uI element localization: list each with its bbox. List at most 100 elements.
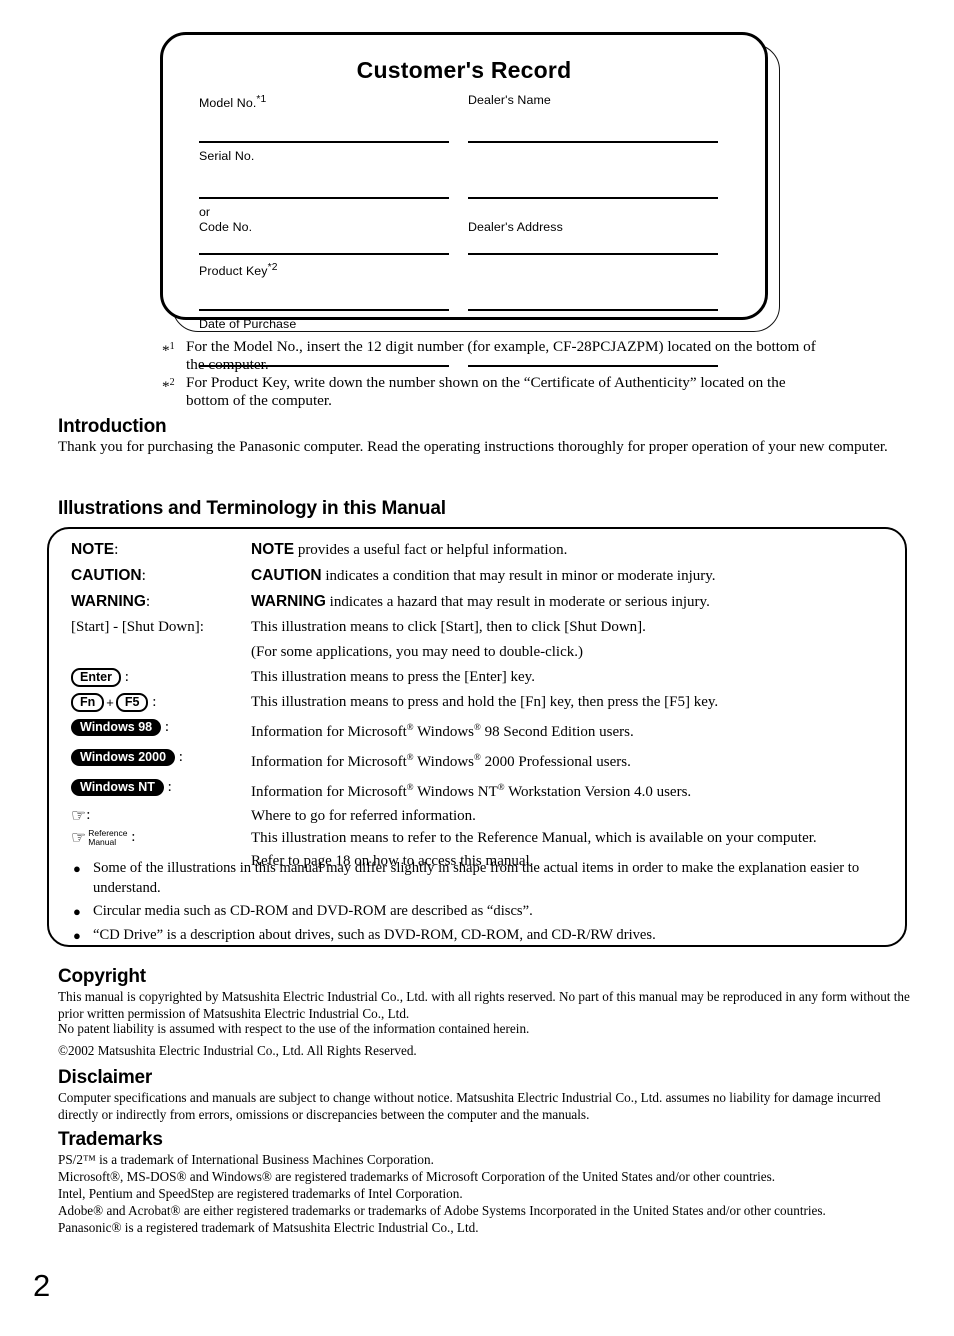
windows-98-badge: Windows 98 xyxy=(71,719,162,737)
plus-icon: + xyxy=(106,695,114,711)
footnote-2: *2 For Product Key, write down the numbe… xyxy=(158,374,818,409)
bullet-cd-drive: ● “CD Drive” is a description about driv… xyxy=(73,926,891,946)
field-label: Dealer's Address xyxy=(468,220,563,234)
introduction-body: Thank you for purchasing the Panasonic c… xyxy=(58,439,888,455)
field-label: Serial No. xyxy=(199,149,255,163)
term-desc-doubleclick-note: (For some applications, you may need to … xyxy=(251,644,583,660)
heading-trademarks: Trademarks xyxy=(58,1129,163,1150)
term-desc-note: NOTE provides a useful fact or helpful i… xyxy=(251,541,568,558)
field-label: Code No. xyxy=(199,220,253,234)
terminology-row-fn-f5: Fn + F5 : This illustration means to press… xyxy=(71,690,891,715)
field-dealers-address[interactable]: Dealer's Address xyxy=(468,205,723,261)
term-desc-windows-98: Information for Microsoft® Windows® 98 S… xyxy=(251,722,634,741)
field-dealers-name-line2[interactable] xyxy=(468,149,723,205)
trademark-line-1: PS/2™ is a trademark of International Bu… xyxy=(58,1152,434,1167)
field-code-no[interactable]: or Code No. xyxy=(199,205,454,261)
copyright-notice: ©2002 Matsushita Electric Industrial Co.… xyxy=(58,1043,417,1058)
term-label-windows-nt: Windows NT : xyxy=(71,775,251,800)
heading-illustrations-terminology: Illustrations and Terminology in this Ma… xyxy=(58,498,446,519)
card-right-column: Dealer's Name Dealer's Address xyxy=(468,93,723,373)
term-desc-fn-f5: This illustration means to press and hol… xyxy=(251,694,719,710)
terminology-row-windows-nt: Windows NT : Information for Microsoft® … xyxy=(71,775,891,805)
field-label: Dealer's Name xyxy=(468,93,551,107)
footnote-marker: *1 xyxy=(162,341,175,360)
terminology-row-enter-key: Enter : This illustration means to press… xyxy=(71,665,891,690)
term-label-reference-pointer: ☞: xyxy=(71,805,91,825)
term-label-empty xyxy=(71,640,251,665)
field-write-line xyxy=(468,253,718,255)
fn-key-icon: Fn xyxy=(71,693,105,713)
field-product-key[interactable]: Product Key*2 xyxy=(199,261,454,317)
pointing-hand-icon: ☞ xyxy=(71,805,87,825)
page-number: 2 xyxy=(33,1268,51,1303)
card-footnotes: *1 For the Model No., insert the 12 digi… xyxy=(158,338,818,410)
term-desc-reference-manual: This illustration means to refer to the … xyxy=(251,830,817,847)
term-label-windows-98: Windows 98 : xyxy=(71,715,251,740)
windows-nt-badge: Windows NT xyxy=(71,779,164,797)
windows-2000-badge: Windows 2000 xyxy=(71,749,176,767)
term-label-fn-f5: Fn + F5 : xyxy=(71,690,251,715)
terminology-row-windows-2000: Windows 2000 : Information for Microsoft… xyxy=(71,745,891,775)
heading-disclaimer: Disclaimer xyxy=(58,1067,153,1088)
terminology-box: NOTE: NOTE provides a useful fact or hel… xyxy=(47,527,907,947)
term-desc-windows-2000: Information for Microsoft® Windows® 2000… xyxy=(251,752,631,771)
heading-copyright: Copyright xyxy=(58,966,146,987)
bullet-text: “CD Drive” is a description about drives… xyxy=(93,926,656,943)
field-serial-no[interactable]: Serial No. xyxy=(199,149,454,205)
copyright-paragraph-1: This manual is copyrighted by Matsushita… xyxy=(58,989,910,1021)
term-label-windows-2000: Windows 2000 : xyxy=(71,745,251,770)
enter-key-icon: Enter xyxy=(71,668,121,688)
term-desc-warning: WARNING indicates a hazard that may resu… xyxy=(251,593,710,610)
bullet-dot-icon: ● xyxy=(73,927,81,943)
pointing-hand-icon: ☞ xyxy=(71,827,87,847)
document-page: Customer's Record Model No.*1 Serial No.… xyxy=(0,0,954,1336)
footnote-marker: *2 xyxy=(162,377,175,396)
bullet-circular-media: ● Circular media such as CD-ROM and DVD-… xyxy=(73,902,891,922)
reference-manual-label: Reference Manual xyxy=(88,827,128,847)
term-desc-caution: CAUTION indicates a condition that may r… xyxy=(251,567,716,584)
field-label: Date of Purchase xyxy=(199,317,297,331)
field-model-no[interactable]: Model No.*1 xyxy=(199,93,454,149)
term-label-note: NOTE: xyxy=(71,541,119,558)
bullet-dot-icon: ● xyxy=(73,861,81,876)
terminology-bullets: ● Some of the illustrations in this manu… xyxy=(73,859,891,949)
footnote-text: For Product Key, write down the number s… xyxy=(186,374,786,409)
term-label-start-shutdown: [Start] - [Shut Down]: xyxy=(71,619,204,635)
footnote-text: For the Model No., insert the 12 digit n… xyxy=(186,338,816,373)
field-write-line xyxy=(468,309,718,311)
card-title: Customer's Record xyxy=(356,57,572,83)
field-dealers-name[interactable]: Dealer's Name xyxy=(468,93,723,149)
copyright-paragraph-2: No patent liability is assumed with resp… xyxy=(58,1021,530,1036)
field-dealers-address-line2[interactable] xyxy=(468,261,723,317)
term-label-enter-key: Enter : xyxy=(71,665,251,690)
field-write-line xyxy=(468,141,718,143)
field-write-line xyxy=(199,197,449,199)
disclaimer-body: Computer specifications and manuals are … xyxy=(58,1090,881,1122)
term-label-caution: CAUTION: xyxy=(71,567,146,584)
terminology-row-note: NOTE: NOTE provides a useful fact or hel… xyxy=(71,537,891,563)
field-write-line xyxy=(199,253,449,255)
term-desc-start-shutdown: This illustration means to click [Start]… xyxy=(251,619,646,635)
field-write-line xyxy=(199,309,449,311)
terminology-rows: NOTE: NOTE provides a useful fact or hel… xyxy=(71,537,891,874)
term-desc-reference-pointer: Where to go for referred information. xyxy=(251,808,476,825)
terminology-row-caution: CAUTION: CAUTION indicates a condition t… xyxy=(71,563,891,589)
heading-introduction: Introduction xyxy=(58,416,167,437)
card-field-columns: Model No.*1 Serial No. or Code No. Produ… xyxy=(163,93,771,367)
bullet-illustrations-differ: ● Some of the illustrations in this manu… xyxy=(73,859,891,898)
field-write-line xyxy=(199,141,449,143)
field-spacer xyxy=(468,205,723,220)
terminology-row-windows-98: Windows 98 : Information for Microsoft® … xyxy=(71,715,891,745)
card-left-column: Model No.*1 Serial No. or Code No. Produ… xyxy=(199,93,454,373)
term-desc-windows-nt: Information for Microsoft® Windows NT® W… xyxy=(251,782,692,801)
bullet-text: Some of the illustrations in this manual… xyxy=(93,860,860,896)
customers-record-card: Customer's Record Model No.*1 Serial No.… xyxy=(160,32,780,367)
field-label: Product Key*2 xyxy=(199,262,278,279)
field-write-line xyxy=(468,197,718,199)
term-label-reference-manual: ☞ Reference Manual : xyxy=(71,827,136,847)
terminology-row-start-shutdown: [Start] - [Shut Down]: This illustration… xyxy=(71,615,891,640)
field-label: Model No.*1 xyxy=(199,94,267,111)
terminology-row-start-shutdown-note: (For some applications, you may need to … xyxy=(71,640,891,665)
trademark-line-3: Intel, Pentium and SpeedStep are registe… xyxy=(58,1186,463,1201)
field-or-prefix: or xyxy=(199,205,211,219)
